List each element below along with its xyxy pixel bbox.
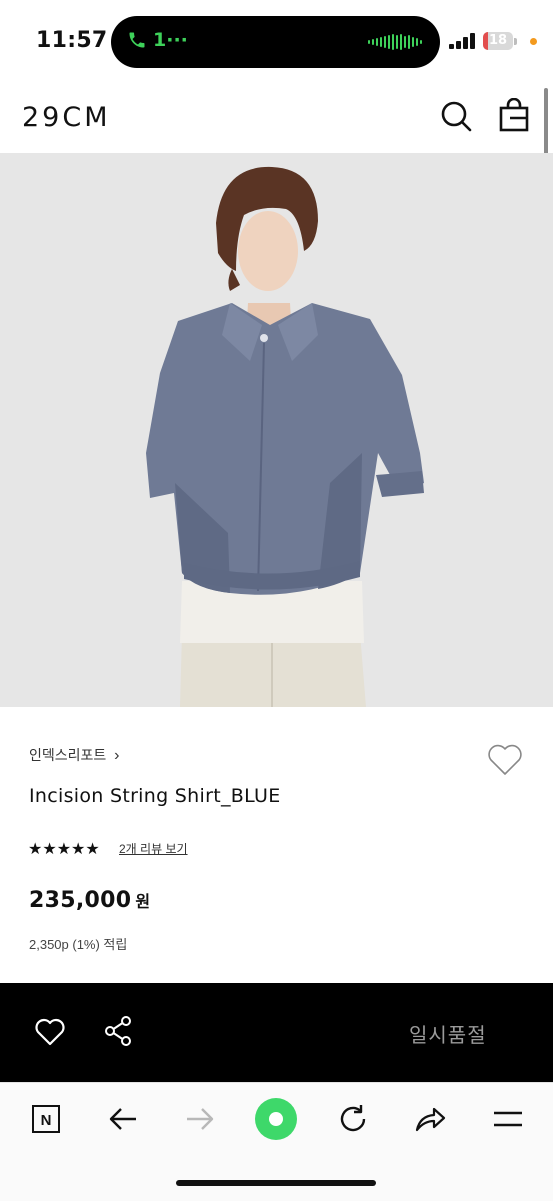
menu-icon[interactable]	[486, 1097, 530, 1141]
purchase-action-bar: 일시품절	[0, 983, 553, 1082]
shopping-bag-icon[interactable]	[498, 98, 530, 132]
price: 235,000 원	[29, 888, 150, 913]
share-icon[interactable]	[103, 1015, 133, 1047]
back-arrow-icon[interactable]	[101, 1097, 145, 1141]
brand-name: 인덱스리포트	[29, 747, 107, 763]
review-link[interactable]: 2개 리뷰 보기	[119, 840, 188, 857]
green-dot-icon[interactable]	[254, 1097, 298, 1141]
heart-icon[interactable]	[34, 1017, 66, 1047]
naver-icon[interactable]: N	[24, 1097, 68, 1141]
call-indicator: 1···	[127, 29, 188, 51]
heart-icon[interactable]	[486, 743, 524, 777]
privacy-indicator-dot	[530, 38, 537, 45]
chevron-right-icon: ›	[114, 747, 120, 764]
battery-level: 18	[488, 33, 508, 48]
battery-icon: 18	[483, 30, 519, 52]
reward-points: 2,350p (1%) 적립	[29, 937, 128, 952]
status-bar: 11:57 1··· 18	[0, 0, 553, 84]
svg-text:N: N	[41, 1112, 52, 1129]
product-name: Incision String Shirt_BLUE	[29, 785, 281, 807]
audio-wave-icon	[368, 34, 422, 50]
home-indicator[interactable]	[176, 1180, 376, 1186]
forward-arrow-icon[interactable]	[178, 1097, 222, 1141]
product-info: 인덱스리포트 › Incision String Shirt_BLUE ★★★★…	[0, 707, 553, 983]
phone-icon	[129, 32, 145, 48]
price-value: 235,000	[29, 888, 132, 913]
brand-link[interactable]: 인덱스리포트 ›	[29, 745, 120, 765]
call-duration: 1···	[153, 29, 188, 51]
dynamic-island[interactable]: 1···	[111, 16, 440, 68]
product-image[interactable]	[0, 153, 553, 707]
status-time: 11:57	[36, 28, 108, 53]
logo[interactable]: 29CM	[22, 102, 111, 133]
product-photo	[0, 153, 553, 707]
price-currency: 원	[135, 894, 151, 911]
app-header: 29CM	[0, 84, 553, 152]
reload-icon[interactable]	[331, 1097, 375, 1141]
rating-stars: ★★★★★	[28, 841, 100, 858]
signal-icon	[449, 33, 475, 49]
search-icon[interactable]	[440, 100, 472, 132]
soldout-button[interactable]: 일시품절	[409, 1019, 487, 1048]
share-arrow-icon[interactable]	[408, 1097, 452, 1141]
